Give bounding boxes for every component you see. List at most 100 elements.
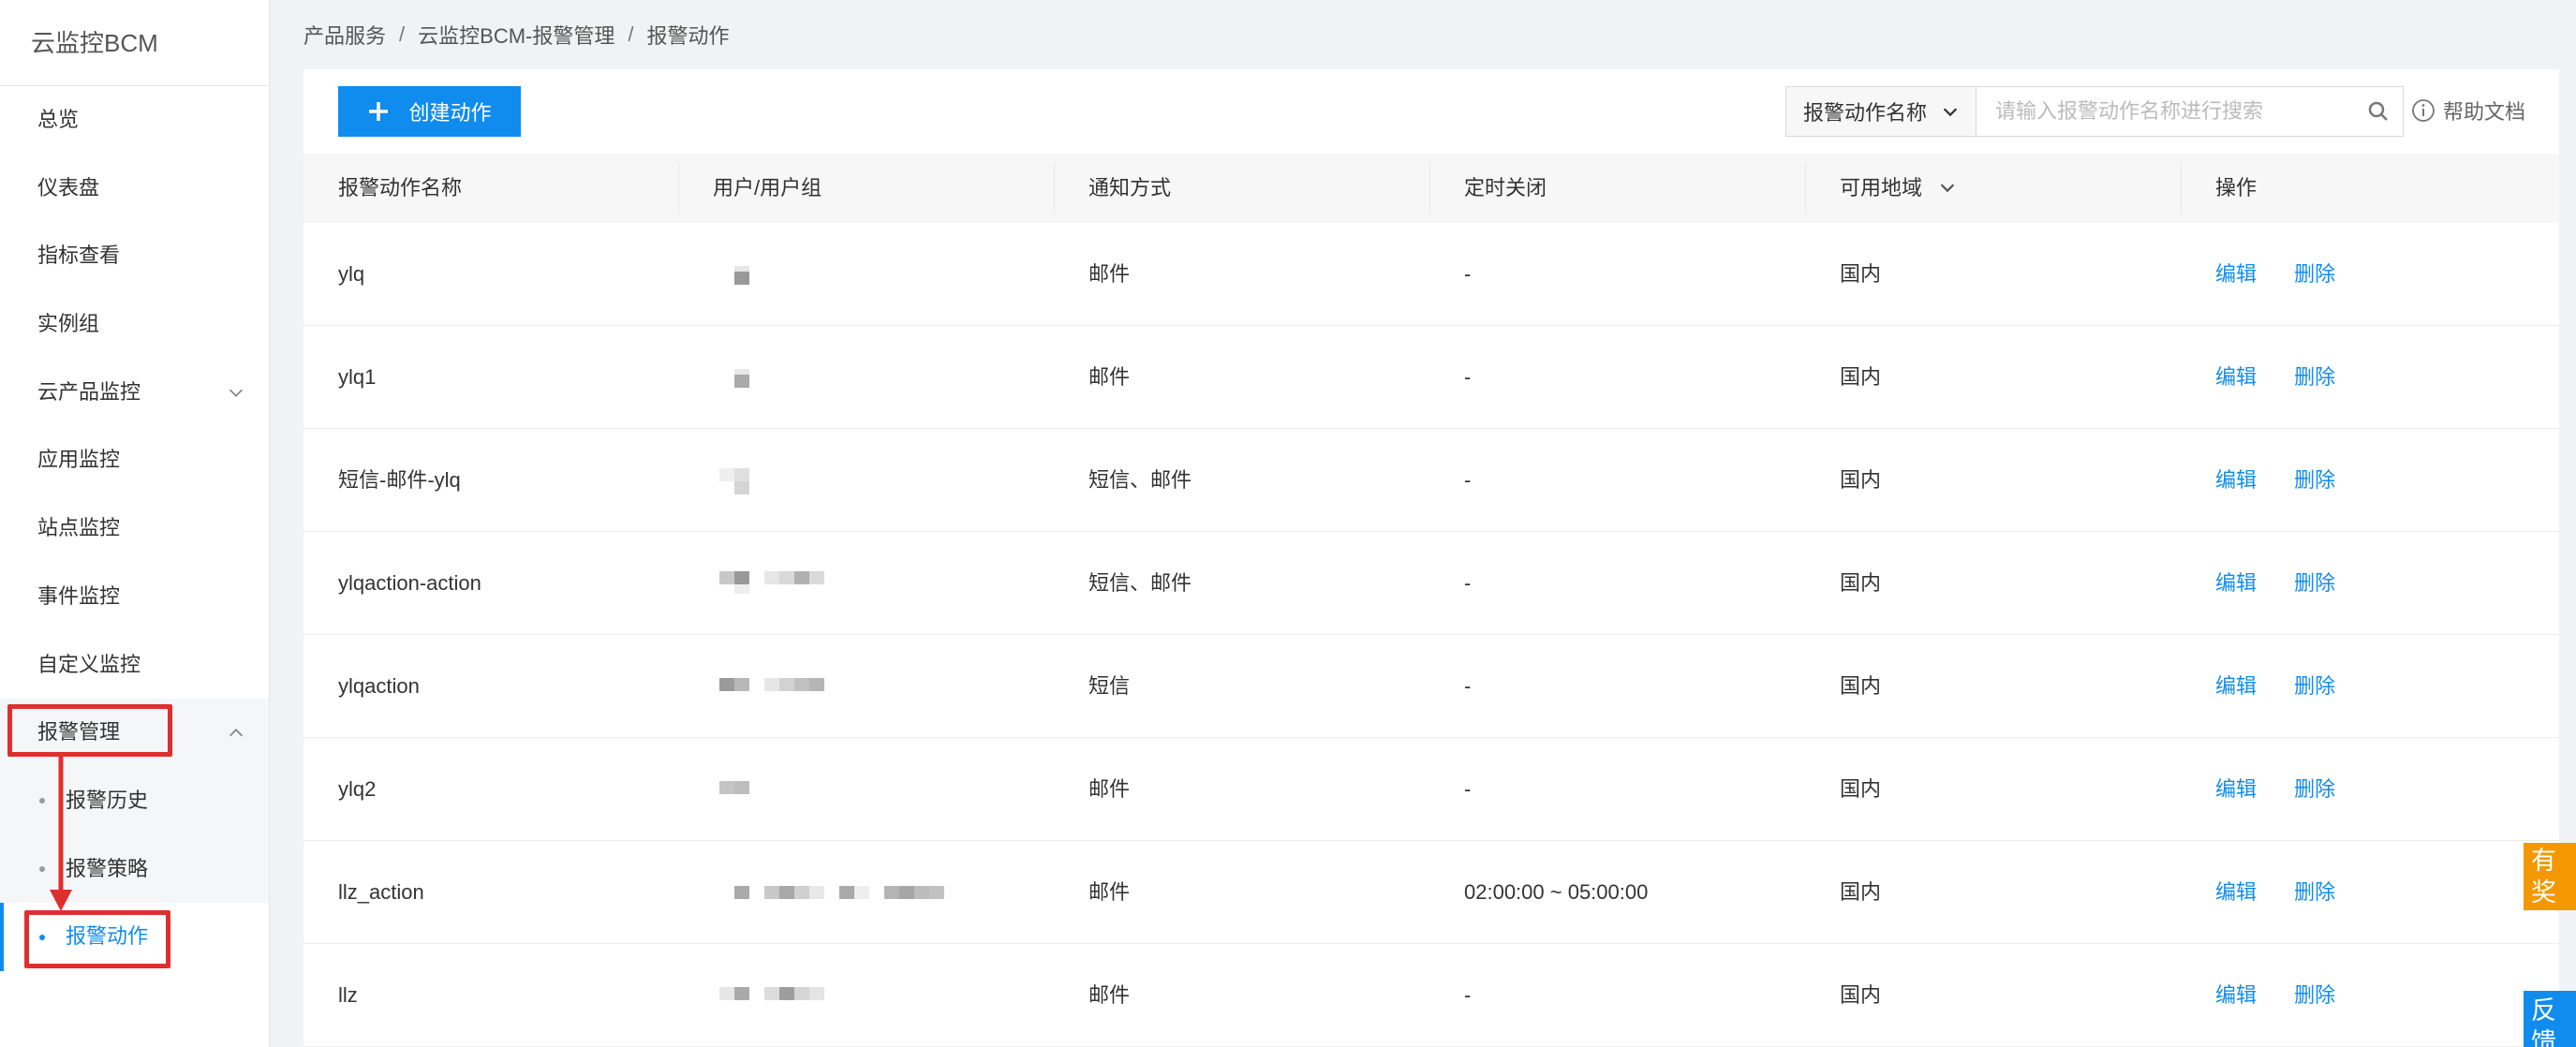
search-field-selected: 报警动作名称 [1803,101,1928,125]
chevron-up-icon [229,728,244,736]
sidebar-item-overview[interactable]: 总览 [0,86,269,155]
search-field-select[interactable]: 报警动作名称 [1786,87,1976,136]
cell-action-name: 短信-邮件-ylq [338,468,461,492]
sidebar-item-instance-group[interactable]: 实例组 [0,290,269,359]
delete-link[interactable]: 删除 [2294,674,2335,698]
sidebar-item-label: 仪表盘 [37,175,100,199]
sidebar-item-cloud-product-monitor[interactable]: 云产品监控 [0,359,269,427]
redacted-mosaic [719,678,824,691]
survey-float-tab[interactable]: 有奖调研 [2524,843,2576,910]
column-header-region-label: 可用地域 [1840,176,1923,199]
cell-notify-method: 短信、邮件 [1088,468,1192,492]
edit-link[interactable]: 编辑 [2215,571,2257,595]
annotation-highlight-box [24,910,170,968]
sidebar-item-site-monitor[interactable]: 站点监控 [0,494,269,563]
cell-actions: 编辑 删除 [2181,944,2559,1047]
redacted-mosaic [719,468,749,494]
table-row: ylqaction 短信 - 国内 编辑 删除 [303,635,2559,738]
sidebar-item-label: 实例组 [37,312,100,336]
cell-users-redacted [678,738,1054,841]
cell-users-redacted [678,635,1054,738]
breadcrumb-item-alarm-management[interactable]: 云监控BCM-报警管理 [418,20,614,50]
product-brand[interactable]: 云监控BCM [0,0,269,86]
cell-region: 国内 [1840,880,1882,904]
sidebar-item-label: 应用监控 [37,448,121,472]
cell-schedule-off: - [1464,777,1472,801]
bullet-icon [39,798,45,804]
sidebar-item-dashboard[interactable]: 仪表盘 [0,155,269,223]
sidebar-item-label: 总览 [37,108,80,131]
delete-link[interactable]: 删除 [2294,365,2335,389]
cell-action-name: ylq [338,262,365,286]
delete-link[interactable]: 删除 [2294,262,2335,286]
delete-link[interactable]: 删除 [2294,983,2335,1007]
cell-notify-method: 邮件 [1088,777,1131,801]
alarm-action-table: 报警动作名称 用户/用户组 通知方式 定时关闭 可用地域 操作 ylq 邮件 -… [303,154,2559,1047]
sidebar: 云监控BCM 总览 仪表盘 指标查看 实例组 云产品监控 应用监控 站点监控 事… [0,0,270,1047]
delete-link[interactable]: 删除 [2294,571,2335,595]
column-header-actions: 操作 [2181,154,2559,223]
cell-notify-method: 邮件 [1088,983,1131,1007]
cell-actions: 编辑 删除 [2181,738,2559,841]
search-icon[interactable] [2354,87,2403,136]
column-header-schedule: 定时关闭 [1429,154,1805,223]
sidebar-item-label: 报警策略 [66,856,149,880]
main-panel: 创建动作 报警动作名称 帮助文档 报警动作名称 用户/用户组 通知方式 定时关闭… [303,69,2559,1047]
create-action-button[interactable]: 创建动作 [338,86,521,137]
breadcrumb-item-product-services[interactable]: 产品服务 [303,20,386,50]
sidebar-item-alarm-policy[interactable]: 报警策略 [0,835,269,904]
info-icon [2412,99,2435,122]
breadcrumb-separator: / [399,22,406,46]
cell-notify-method: 邮件 [1088,365,1131,389]
column-header-region[interactable]: 可用地域 [1805,154,2181,223]
table-row: 短信-邮件-ylq 短信、邮件 - 国内 编辑 删除 [303,429,2559,532]
search-box: 报警动作名称 [1785,86,2404,137]
create-action-label: 创建动作 [408,101,492,125]
cell-actions: 编辑 删除 [2181,429,2559,532]
help-docs-link[interactable]: 帮助文档 [2411,92,2525,129]
cell-region: 国内 [1840,571,1882,595]
sidebar-item-alarm-history[interactable]: 报警历史 [0,767,269,835]
plus-icon [369,102,389,121]
cell-schedule-off: 02:00:00 ~ 05:00:00 [1464,880,1649,904]
edit-link[interactable]: 编辑 [2215,777,2257,801]
table-row: ylq 邮件 - 国内 编辑 删除 [303,223,2559,326]
edit-link[interactable]: 编辑 [2215,262,2257,286]
cell-region: 国内 [1840,262,1882,286]
column-header-users: 用户/用户组 [678,154,1054,223]
delete-link[interactable]: 删除 [2294,468,2335,492]
redacted-mosaic [734,266,749,285]
sidebar-item-custom-monitor[interactable]: 自定义监控 [0,631,269,700]
column-header-name: 报警动作名称 [338,176,463,199]
edit-link[interactable]: 编辑 [2215,674,2257,698]
redacted-mosaic [719,781,749,794]
redacted-mosaic [719,571,824,594]
cell-action-name: ylq2 [338,777,377,801]
edit-link[interactable]: 编辑 [2215,365,2257,389]
cell-region: 国内 [1840,777,1882,801]
table-header: 报警动作名称 用户/用户组 通知方式 定时关闭 可用地域 操作 [303,154,2559,223]
cell-users-redacted [678,223,1054,326]
delete-link[interactable]: 删除 [2294,880,2335,904]
cell-schedule-off: - [1464,365,1472,389]
cell-users-redacted [678,532,1054,635]
sidebar-item-app-monitor[interactable]: 应用监控 [0,426,269,494]
feedback-float-tab[interactable]: 反馈建议 [2524,991,2576,1047]
sidebar-item-metrics[interactable]: 指标查看 [0,222,269,290]
cell-action-name: ylq1 [338,365,377,389]
redacted-mosaic [734,886,944,899]
edit-link[interactable]: 编辑 [2215,983,2257,1007]
toolbar: 创建动作 报警动作名称 帮助文档 [303,69,2559,154]
sidebar-item-event-monitor[interactable]: 事件监控 [0,563,269,631]
breadcrumb-separator: / [628,22,634,46]
edit-link[interactable]: 编辑 [2215,880,2257,904]
cell-region: 国内 [1840,983,1882,1007]
cell-actions: 编辑 删除 [2181,223,2559,326]
delete-link[interactable]: 删除 [2294,777,2335,801]
edit-link[interactable]: 编辑 [2215,468,2257,492]
breadcrumb: 产品服务 / 云监控BCM-报警管理 / 报警动作 [303,21,730,49]
chevron-down-icon [229,389,244,398]
cell-notify-method: 短信、邮件 [1088,571,1192,595]
search-input[interactable] [1976,87,2354,136]
cell-region: 国内 [1840,365,1882,389]
